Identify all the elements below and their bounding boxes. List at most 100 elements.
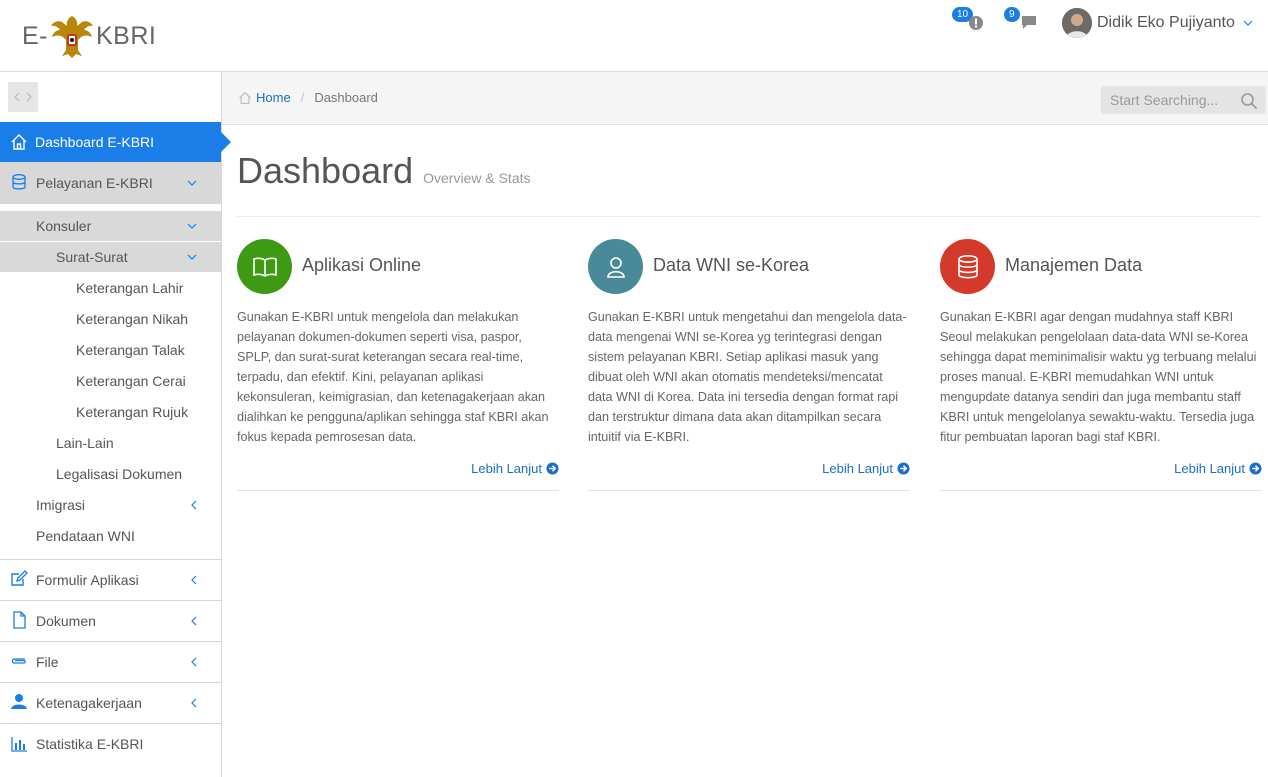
- sidebar-item-label: Konsuler: [36, 218, 92, 234]
- divider: [0, 203, 221, 204]
- breadcrumb-home-link[interactable]: Home: [256, 90, 291, 105]
- sidebar-item-label: Formulir Aplikasi: [36, 572, 139, 588]
- home-icon: [239, 91, 251, 104]
- sidebar-item-label: Legalisasi Dokumen: [56, 466, 183, 482]
- book-icon: [252, 257, 277, 277]
- chevron-left-icon: [191, 698, 197, 708]
- sidebar-item-label: Dokumen: [36, 613, 96, 629]
- chevron-down-icon: [187, 254, 197, 260]
- sidebar-item-formulir[interactable]: Formulir Aplikasi: [0, 560, 221, 600]
- page-header: Dashboard Overview & Stats: [237, 150, 531, 192]
- sidebar-item-label: Surat-Surat: [56, 249, 128, 265]
- sidebar-item-label: Statistika E-KBRI: [36, 736, 144, 752]
- breadcrumb-separator: /: [300, 90, 305, 105]
- logo-suffix: KBRI: [96, 21, 157, 50]
- garuda-emblem-icon: [51, 16, 93, 58]
- divider: [237, 490, 559, 491]
- card-description: Gunakan E-KBRI untuk mengetahui dan meng…: [588, 310, 907, 444]
- top-header: E- KBRI 10 9 Didik Eko Pujiyanto: [0, 0, 1268, 72]
- sidebar-item-legalisasi[interactable]: Legalisasi Dokumen: [0, 459, 221, 489]
- chevron-left-icon: [191, 575, 197, 585]
- arrow-circle-right-icon: [897, 462, 910, 475]
- read-more-link[interactable]: Lebih Lanjut: [822, 461, 910, 476]
- divider: [588, 490, 910, 491]
- comment-icon: [1022, 16, 1036, 29]
- sidebar-item-surat-surat[interactable]: Surat-Surat: [0, 242, 221, 272]
- user-icon: [606, 256, 625, 278]
- chevron-down-icon: [187, 223, 197, 229]
- alerts-button[interactable]: 10: [952, 7, 990, 34]
- avatar: [1062, 8, 1092, 38]
- sidebar-item-pelayanan[interactable]: Pelayanan E-KBRI: [0, 162, 221, 203]
- read-more-label: Lebih Lanjut: [822, 461, 893, 476]
- sidebar-toggle-button[interactable]: [8, 82, 38, 112]
- paperclip-icon: [11, 658, 26, 664]
- sidebar-item-dashboard[interactable]: Dashboard E-KBRI: [0, 122, 231, 162]
- sidebar-item-label: Pendataan WNI: [36, 528, 135, 544]
- app-logo[interactable]: E- KBRI: [22, 12, 156, 60]
- divider: [940, 490, 1262, 491]
- messages-button[interactable]: 9: [1004, 7, 1042, 34]
- database-icon: [957, 254, 978, 278]
- sidebar-item-keterangan-rujuk[interactable]: Keterangan Rujuk: [0, 397, 221, 427]
- chevron-left-icon: [191, 657, 197, 667]
- document-icon: [13, 611, 26, 629]
- page-title: Dashboard: [237, 150, 414, 191]
- read-more-label: Lebih Lanjut: [1174, 461, 1245, 476]
- card-description: Gunakan E-KBRI agar dengan mudahnya staf…: [940, 310, 1257, 444]
- user-menu[interactable]: Didik Eko Pujiyanto: [1062, 8, 1253, 38]
- search-input[interactable]: [1101, 86, 1236, 114]
- sidebar-item-konsuler[interactable]: Konsuler: [0, 211, 221, 241]
- sidebar-item-label: Imigrasi: [36, 497, 86, 513]
- read-more-label: Lebih Lanjut: [471, 461, 542, 476]
- sidebar-item-file[interactable]: File: [0, 642, 221, 682]
- sidebar-item-pendataan[interactable]: Pendataan WNI: [0, 521, 221, 551]
- sidebar-item-label: File: [36, 654, 59, 670]
- sidebar-item-keterangan-nikah[interactable]: Keterangan Nikah: [0, 304, 221, 334]
- page-subtitle: Overview & Stats: [423, 170, 531, 186]
- chevron-down-icon: [187, 180, 197, 186]
- card-icon-circle: [237, 239, 292, 294]
- breadcrumb-current: Dashboard: [314, 90, 378, 105]
- card-icon-circle: [588, 239, 643, 294]
- arrow-circle-right-icon: [546, 462, 559, 475]
- sidebar-item-keterangan-cerai[interactable]: Keterangan Cerai: [0, 366, 221, 396]
- sidebar-item-label: Keterangan Lahir: [76, 280, 184, 296]
- breadcrumb: Home / Dashboard: [238, 90, 378, 105]
- sidebar-item-ketenagakerjaan[interactable]: Ketenagakerjaan: [0, 683, 221, 723]
- arrow-circle-right-icon: [1249, 462, 1262, 475]
- read-more-link[interactable]: Lebih Lanjut: [471, 461, 559, 476]
- chevron-left-icon: [191, 500, 197, 510]
- home-icon: [11, 134, 27, 150]
- sidebar-item-keterangan-talak[interactable]: Keterangan Talak: [0, 335, 221, 365]
- read-more-link[interactable]: Lebih Lanjut: [1174, 461, 1262, 476]
- sidebar-item-dokumen[interactable]: Dokumen: [0, 601, 221, 641]
- sidebar-item-label: Keterangan Talak: [76, 342, 185, 358]
- breadcrumb-bar: Home / Dashboard: [222, 72, 1268, 125]
- alert-icon: [969, 16, 983, 30]
- sidebar-item-label: Lain-Lain: [56, 435, 114, 451]
- edit-icon: [11, 570, 28, 586]
- card-title: Data WNI se-Korea: [653, 255, 810, 275]
- card-description: Gunakan E-KBRI untuk mengelola dan melak…: [237, 310, 549, 444]
- chevron-down-icon: [1243, 20, 1253, 26]
- logo-prefix: E-: [22, 21, 48, 50]
- sidebar-item-statistika[interactable]: Statistika E-KBRI: [0, 724, 221, 764]
- sidebar-item-label: Pelayanan E-KBRI: [36, 174, 153, 191]
- chevron-left-icon: [191, 616, 197, 626]
- sidebar-item-label: Keterangan Rujuk: [76, 404, 189, 420]
- card-title: Aplikasi Online: [302, 255, 422, 275]
- search-box: [1101, 86, 1266, 114]
- sidebar-item-lain-lain[interactable]: Lain-Lain: [0, 428, 221, 458]
- sidebar-item-label: Keterangan Nikah: [76, 311, 189, 327]
- sidebar-item-keterangan-lahir[interactable]: Keterangan Lahir: [0, 273, 221, 303]
- messages-badge: 9: [1004, 7, 1020, 22]
- sidebar-item-imigrasi[interactable]: Imigrasi: [0, 490, 221, 520]
- bar-chart-icon: [11, 737, 27, 752]
- card-title: Manajemen Data: [1005, 255, 1143, 275]
- sidebar-item-label: Dashboard E-KBRI: [35, 134, 155, 150]
- divider: [237, 216, 1261, 217]
- card-icon-circle: [940, 239, 995, 294]
- search-icon[interactable]: [1240, 92, 1258, 110]
- user-name: Didik Eko Pujiyanto: [1097, 14, 1235, 31]
